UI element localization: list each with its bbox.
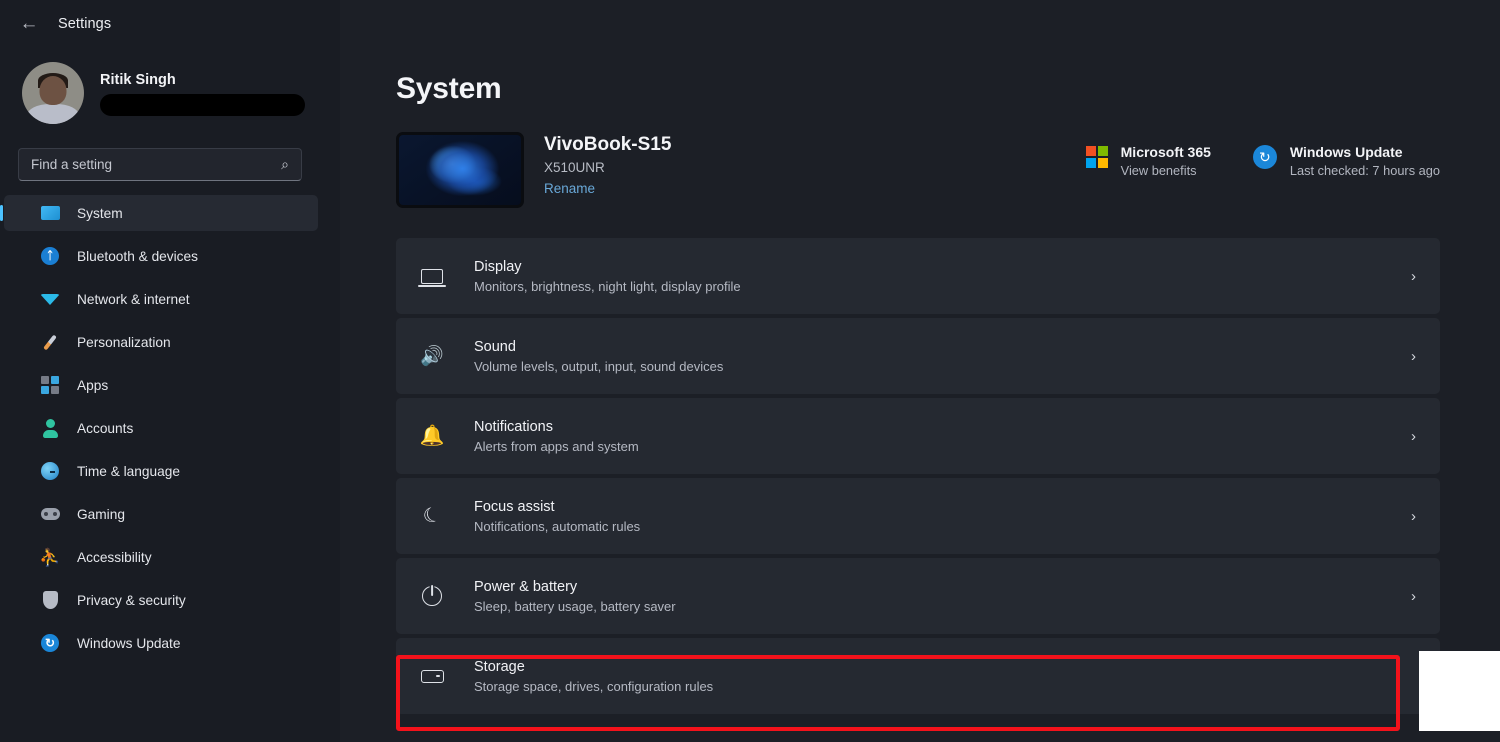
row-subtitle: Storage space, drives, configuration rul… [474, 678, 714, 694]
sidebar-item-label: Bluetooth & devices [77, 248, 198, 264]
sidebar-item-system[interactable]: System [4, 195, 318, 231]
sidebar-item-personalization[interactable]: Personalization [4, 324, 318, 360]
widget-title: Windows Update [1289, 144, 1403, 160]
redacted-email [100, 94, 305, 116]
widget-title: Microsoft 365 [1120, 144, 1211, 160]
settings-row-power-battery[interactable]: Power & battery Sleep, battery usage, ba… [396, 558, 1440, 634]
sidebar-item-label: Windows Update [77, 635, 181, 651]
back-arrow-icon[interactable]: ← [14, 9, 44, 39]
bell-icon: 🔔 [419, 425, 445, 447]
user-profile[interactable]: Ritik Singh [0, 48, 340, 130]
settings-row-storage[interactable]: Storage Storage space, drives, configura… [396, 638, 1440, 714]
paintbrush-icon [40, 332, 60, 352]
chevron-right-icon: › [1411, 587, 1416, 605]
shield-icon [40, 590, 60, 610]
clock-icon [40, 461, 60, 481]
sidebar-item-label: Gaming [77, 506, 125, 522]
sidebar-item-label: Time & language [77, 463, 180, 479]
sidebar-item-label: Network & internet [77, 291, 190, 307]
device-header: VivoBook-S15 X510UNR Rename Microsoft 36… [396, 132, 1470, 208]
windows-update-widget[interactable]: ↻ Windows Update Last checked: 7 hours a… [1252, 144, 1440, 178]
row-title: Storage [474, 658, 525, 675]
row-title: Focus assist [474, 498, 555, 515]
page-title: System [396, 72, 502, 105]
sidebar: ← Settings Ritik Singh ⌕ System [0, 0, 340, 742]
microsoft-logo-icon [1085, 146, 1108, 168]
row-subtitle: Notifications, automatic rules [474, 518, 641, 534]
row-subtitle: Alerts from apps and system [474, 438, 639, 454]
row-subtitle: Monitors, brightness, night light, displ… [474, 278, 741, 294]
row-title: Notifications [474, 418, 553, 435]
sidebar-item-label: Apps [77, 377, 109, 393]
sidebar-item-privacy-security[interactable]: Privacy & security [4, 582, 318, 618]
settings-row-sound[interactable]: 🔊 Sound Volume levels, output, input, so… [396, 318, 1440, 394]
widget-subtitle[interactable]: View benefits [1121, 163, 1211, 178]
sidebar-item-label: Personalization [77, 334, 171, 350]
windows-update-refresh-icon: ↻ [1252, 145, 1277, 169]
settings-row-focus-assist[interactable]: ☾ Focus assist Notifications, automatic … [396, 478, 1440, 554]
app-title: Settings [58, 16, 112, 32]
search-container: ⌕ [18, 148, 318, 181]
device-wallpaper-thumbnail [396, 132, 524, 208]
search-icon: ⌕ [281, 156, 289, 172]
system-icon [40, 203, 60, 223]
search-box[interactable]: ⌕ [18, 148, 302, 181]
moon-icon: ☾ [420, 502, 444, 530]
settings-list: Display Monitors, brightness, night ligh… [396, 238, 1470, 714]
sidebar-item-bluetooth-devices[interactable]: ᛏ Bluetooth & devices [4, 238, 318, 274]
widget-subtitle: Last checked: 7 hours ago [1289, 163, 1440, 178]
monitor-icon [418, 268, 446, 287]
titlebar: ← Settings [0, 0, 340, 48]
sidebar-nav: System ᛏ Bluetooth & devices Network & i… [0, 195, 340, 661]
white-overlay-block [1419, 651, 1500, 731]
sidebar-item-apps[interactable]: Apps [4, 367, 318, 403]
search-input[interactable] [31, 157, 276, 172]
sidebar-item-label: System [77, 205, 123, 221]
refresh-icon: ↻ [40, 633, 60, 653]
sidebar-item-label: Privacy & security [77, 592, 186, 608]
rename-link[interactable]: Rename [544, 181, 671, 196]
speaker-icon: 🔊 [420, 345, 444, 367]
settings-window: ← Settings Ritik Singh ⌕ System [0, 0, 1500, 742]
sidebar-item-label: Accounts [77, 420, 134, 436]
main-content: System VivoBook-S15 X510UNR Rename Micro… [340, 0, 1500, 742]
gamepad-icon [40, 504, 60, 524]
sidebar-item-network-internet[interactable]: Network & internet [4, 281, 318, 317]
chevron-right-icon: › [1411, 347, 1416, 365]
sidebar-item-accounts[interactable]: Accounts [4, 410, 318, 446]
apps-grid-icon [40, 375, 60, 395]
profile-name: Ritik Singh [100, 72, 176, 88]
power-icon [418, 585, 446, 607]
row-subtitle: Sleep, battery usage, battery saver [474, 598, 676, 614]
settings-row-notifications[interactable]: 🔔 Notifications Alerts from apps and sys… [396, 398, 1440, 474]
row-title: Display [474, 258, 522, 275]
person-icon [40, 418, 60, 438]
row-title: Sound [474, 338, 516, 355]
chevron-right-icon: › [1411, 507, 1416, 525]
wifi-icon [40, 289, 60, 309]
device-model: X510UNR [544, 160, 605, 175]
device-name: VivoBook-S15 [544, 134, 672, 155]
sidebar-item-label: Accessibility [77, 549, 152, 565]
status-widgets: Microsoft 365 View benefits ↻ Windows Up… [1085, 132, 1440, 178]
chevron-right-icon: › [1411, 267, 1416, 285]
settings-row-display[interactable]: Display Monitors, brightness, night ligh… [396, 238, 1440, 314]
row-subtitle: Volume levels, output, input, sound devi… [474, 358, 724, 374]
avatar [22, 62, 84, 124]
sidebar-item-time-language[interactable]: Time & language [4, 453, 318, 489]
bluetooth-icon: ᛏ [40, 246, 60, 266]
row-title: Power & battery [474, 578, 578, 595]
sidebar-item-accessibility[interactable]: ⛹ Accessibility [4, 539, 318, 575]
sidebar-item-gaming[interactable]: Gaming [4, 496, 318, 532]
chevron-right-icon: › [1411, 427, 1416, 445]
sidebar-item-windows-update[interactable]: ↻ Windows Update [4, 625, 318, 661]
drive-icon [418, 669, 446, 683]
accessibility-icon: ⛹ [39, 547, 61, 567]
microsoft-365-widget[interactable]: Microsoft 365 View benefits [1085, 144, 1211, 178]
